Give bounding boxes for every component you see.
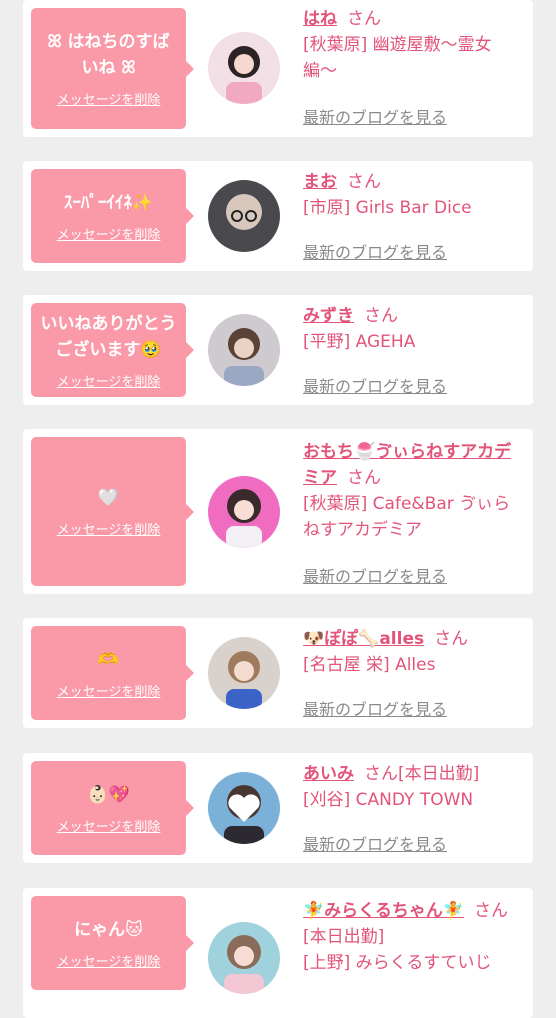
- honorific: さん: [474, 901, 508, 921]
- shop-text: [上野] みらくるすていじ: [303, 953, 492, 973]
- cast-name-link[interactable]: あいみ: [303, 764, 354, 784]
- message-bubble: 🤍 メッセージを削除: [31, 437, 194, 586]
- message-card: にゃん🐱 メッセージを削除 🧚みらくるちゃん🧚 さん [本日出勤] [上野] みらく…: [23, 888, 533, 1018]
- latest-blog-link[interactable]: 最新のブログを見る: [303, 239, 447, 263]
- status-suffix: [本日出勤]: [398, 764, 480, 784]
- shop-text: [市原] Girls Bar Dice: [303, 198, 472, 218]
- honorific: さん: [364, 764, 398, 784]
- delete-message-link[interactable]: メッセージを削除: [57, 89, 161, 108]
- delete-message-link[interactable]: メッセージを削除: [57, 951, 161, 970]
- shop-text: [名古屋 栄] Alles: [303, 655, 436, 675]
- message-bubble: ꕤ はねちのすば いね ꕤ メッセージを削除: [31, 8, 194, 129]
- name-line: あいみ さん[本日出勤]: [303, 761, 525, 787]
- message-card: ꕤ はねちのすば いね ꕤ メッセージを削除 はね さん [秋葉原] 幽遊屋敷〜霊…: [23, 0, 533, 137]
- message-bubble: にゃん🐱 メッセージを削除: [31, 896, 194, 990]
- message-text: いいねありがとう ございます🥹: [40, 313, 177, 360]
- message-text: 🤍: [97, 488, 120, 508]
- message-card: いいねありがとう ございます🥹 メッセージを削除 みずき さん [平野] AGEH…: [23, 295, 533, 405]
- latest-blog-link[interactable]: 最新のブログを見る: [303, 696, 447, 720]
- honorific: さん: [364, 306, 398, 326]
- card-info: はね さん [秋葉原] 幽遊屋敷〜霊女編〜: [303, 6, 525, 84]
- avatar[interactable]: [208, 180, 280, 252]
- latest-blog-link[interactable]: 最新のブログを見る: [303, 373, 447, 397]
- message-card: 🤍 メッセージを削除 おもち🍧ゔぃらねすアカデミア さん [秋葉原] Cafe&B…: [23, 429, 533, 594]
- message-text: にゃん🐱: [74, 919, 143, 940]
- cast-name-link[interactable]: まお: [303, 172, 337, 192]
- message-bubble: 🫶 メッセージを削除: [31, 626, 194, 720]
- shop-text: [秋葉原] Cafe&Bar ゔぃらねすアカデミア: [303, 494, 511, 540]
- avatar[interactable]: [208, 476, 280, 548]
- message-card: 👶🏻💖 メッセージを削除 あいみ さん[本日出勤] [刈谷] CANDY TOWN…: [23, 753, 533, 863]
- card-info: おもち🍧ゔぃらねすアカデミア さん [秋葉原] Cafe&Bar ゔぃらねすアカデ…: [303, 439, 525, 543]
- card-info: みずき さん [平野] AGEHA: [303, 303, 525, 355]
- avatar[interactable]: [208, 922, 280, 994]
- message-card: ｽｰﾊﾟｰｲｲﾈ✨ メッセージを削除 まお さん [市原] Girls Bar D…: [23, 161, 533, 271]
- delete-message-link[interactable]: メッセージを削除: [57, 371, 161, 390]
- delete-message-link[interactable]: メッセージを削除: [57, 224, 161, 243]
- cast-name-link[interactable]: 🧚みらくるちゃん🧚: [303, 901, 464, 921]
- name-line: 🧚みらくるちゃん🧚 さん [本日出勤]: [303, 898, 525, 950]
- shop-text: [刈谷] CANDY TOWN: [303, 790, 474, 810]
- avatar[interactable]: [208, 637, 280, 709]
- avatar[interactable]: [208, 314, 280, 386]
- delete-message-link[interactable]: メッセージを削除: [57, 519, 161, 538]
- name-line: おもち🍧ゔぃらねすアカデミア さん: [303, 439, 525, 491]
- message-bubble: 👶🏻💖 メッセージを削除: [31, 761, 194, 855]
- message-bubble: いいねありがとう ございます🥹 メッセージを削除: [31, 303, 194, 397]
- avatar[interactable]: [208, 32, 280, 104]
- message-text: 🫶: [97, 649, 120, 670]
- card-info: あいみ さん[本日出勤] [刈谷] CANDY TOWN: [303, 761, 525, 813]
- name-line: まお さん: [303, 169, 525, 195]
- shop-text: [平野] AGEHA: [303, 332, 416, 352]
- latest-blog-link[interactable]: 最新のブログを見る: [303, 563, 447, 587]
- honorific: さん: [434, 629, 469, 649]
- cast-name-link[interactable]: 🐶ぽぽ🦴alles: [303, 629, 424, 649]
- card-info: まお さん [市原] Girls Bar Dice: [303, 169, 525, 221]
- cast-name-link[interactable]: はね: [303, 9, 337, 29]
- cast-name-link[interactable]: おもち🍧ゔぃらねすアカデミア: [303, 442, 511, 488]
- delete-message-link[interactable]: メッセージを削除: [57, 681, 161, 700]
- name-line: みずき さん: [303, 303, 525, 329]
- latest-blog-link[interactable]: 最新のブログを見る: [303, 831, 447, 855]
- message-card: 🫶 メッセージを削除 🐶ぽぽ🦴alles さん [名古屋 栄] Alles 最新の…: [23, 618, 533, 728]
- status-suffix: [本日出勤]: [303, 927, 385, 947]
- avatar[interactable]: [208, 772, 280, 844]
- name-line: 🐶ぽぽ🦴alles さん: [303, 626, 525, 652]
- delete-message-link[interactable]: メッセージを削除: [57, 816, 161, 835]
- message-text: ｽｰﾊﾟｰｲｲﾈ✨: [63, 192, 154, 213]
- card-info: 🐶ぽぽ🦴alles さん [名古屋 栄] Alles: [303, 626, 525, 678]
- name-line: はね さん: [303, 6, 525, 32]
- message-bubble: ｽｰﾊﾟｰｲｲﾈ✨ メッセージを削除: [31, 169, 194, 263]
- shop-text: [秋葉原] 幽遊屋敷〜霊女編〜: [303, 35, 492, 81]
- message-text: ꕤ はねちのすば いね ꕤ: [47, 32, 170, 78]
- honorific: さん: [347, 172, 381, 192]
- honorific: さん: [347, 9, 381, 29]
- cast-name-link[interactable]: みずき: [303, 306, 354, 326]
- message-text: 👶🏻💖: [87, 784, 130, 805]
- honorific: さん: [347, 468, 381, 488]
- latest-blog-link[interactable]: 最新のブログを見る: [303, 104, 447, 128]
- card-info: 🧚みらくるちゃん🧚 さん [本日出勤] [上野] みらくるすていじ: [303, 898, 525, 976]
